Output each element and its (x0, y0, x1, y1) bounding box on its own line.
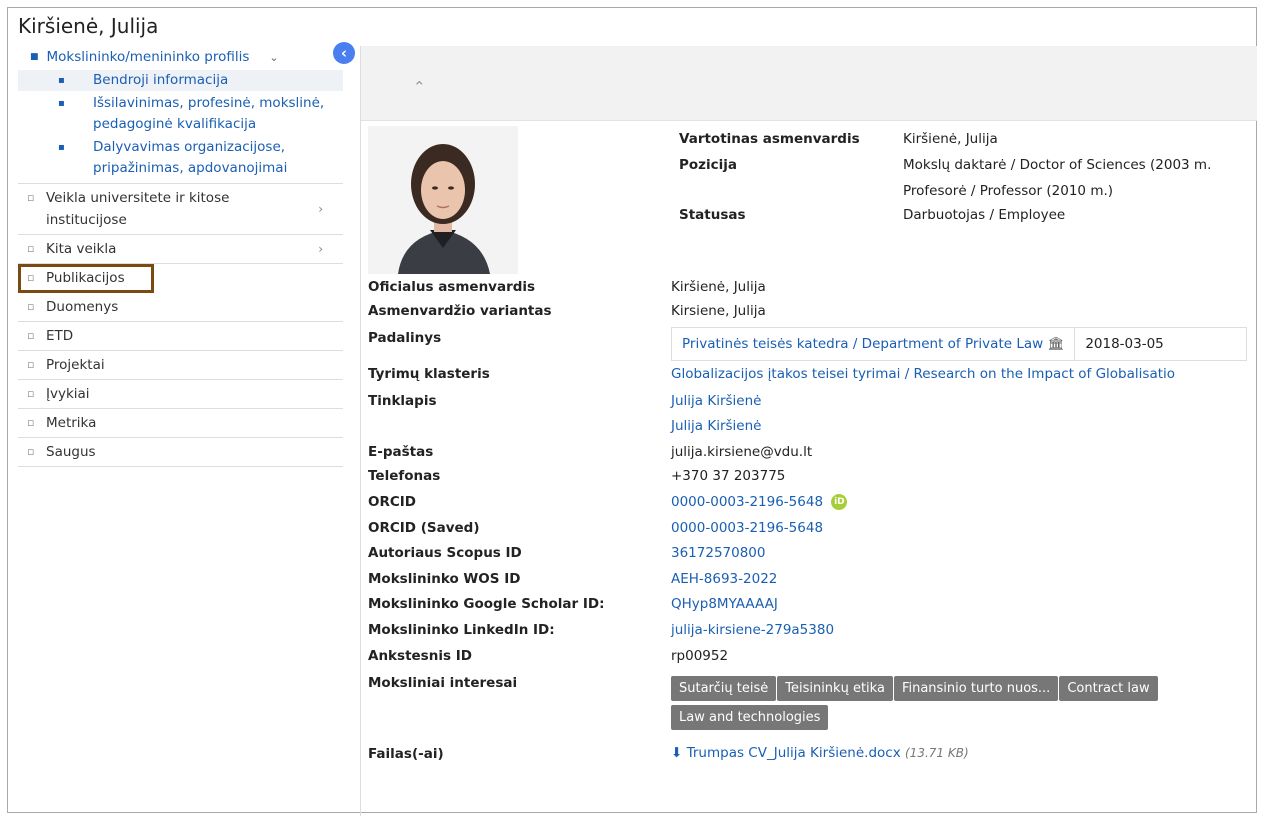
sidebar-item-data[interactable]: Duomenys (18, 293, 343, 322)
sidebar-item-activity[interactable]: Veikla universitete ir kitose institucij… (18, 184, 343, 235)
file-row: ⬇ Trumpas CV_Julija Kiršienė.docx (13.71… (671, 745, 969, 761)
orcid-row: 0000-0003-2196-5648 iD (671, 494, 848, 510)
sidebar-item-label: Metrika (46, 415, 97, 431)
sidebar-item-label: Publikacijos (46, 270, 125, 286)
department-box: Privatinės teisės katedra / Department o… (671, 327, 1247, 361)
field-label: Oficialus asmenvardis (368, 279, 536, 295)
field-value: Kiršienė, Julija (671, 279, 766, 295)
field-label: Mokslininko LinkedIn ID: (368, 622, 555, 638)
sidebar-item-events[interactable]: Įvykiai (18, 380, 343, 409)
chevron-up-icon[interactable]: ⌃ (413, 78, 426, 96)
department-name: Privatinės teisės katedra / Department o… (682, 336, 1044, 352)
interests-tags: Sutarčių teisė Teisininkų etika Finansinio… (671, 676, 1261, 734)
field-label: Statusas (679, 207, 746, 223)
field-label: Tinklapis (368, 393, 437, 409)
field-label: ORCID (Saved) (368, 520, 480, 536)
sidebar: ■ Mokslininko/menininko profilis ⌄ Bendr… (18, 44, 343, 467)
scopus-link[interactable]: 36172570800 (671, 545, 765, 561)
sidebar-item-other-activity[interactable]: Kita veikla › (18, 235, 343, 264)
field-value: Kirsiene, Julija (671, 303, 766, 319)
sidebar-item-safe[interactable]: Saugus (18, 438, 343, 467)
sidebar-item-etd[interactable]: ETD (18, 322, 343, 351)
field-label: Tyrimų klasteris (368, 366, 490, 382)
orcid-link[interactable]: 0000-0003-2196-5648 (671, 494, 823, 510)
divider (360, 46, 361, 816)
chevron-down-icon[interactable]: ⌄ (269, 51, 278, 64)
submenu-item-education[interactable]: Išsilavinimas, profesinė, mokslinė, peda… (18, 93, 343, 135)
scholar-link[interactable]: QHyp8MYAAAAJ (671, 596, 778, 612)
field-label: Mokslininko WOS ID (368, 571, 521, 587)
field-label: Ankstesnis ID (368, 648, 472, 664)
chevron-right-icon: › (318, 202, 323, 216)
orcid-saved-link[interactable]: 0000-0003-2196-5648 (671, 520, 823, 536)
interest-tag[interactable]: Finansinio turto nuos... (893, 676, 1059, 701)
sidebar-item-label: Saugus (46, 444, 96, 460)
file-size: (13.71 KB) (905, 746, 969, 760)
orcid-icon[interactable]: iD (831, 494, 848, 510)
field-label: Asmenvardžio variantas (368, 303, 552, 319)
prev-id-value: rp00952 (671, 648, 729, 664)
page-title: Kiršienė, Julija (18, 14, 159, 38)
department-date: 2018-03-05 (1085, 336, 1164, 352)
field-label: Autoriaus Scopus ID (368, 545, 522, 561)
field-value: Kiršienė, Julija (903, 131, 998, 147)
sidebar-item-label: Įvykiai (46, 386, 90, 402)
sidebar-item-metrics[interactable]: Metrika (18, 409, 343, 438)
wos-link[interactable]: AEH-8693-2022 (671, 571, 777, 587)
field-label: Padalinys (368, 330, 442, 346)
interest-tag[interactable]: Sutarčių teisė (671, 676, 777, 701)
collapse-sidebar-button[interactable]: ‹ (333, 42, 355, 64)
field-value: Profesorė / Professor (2010 m.) (903, 183, 1114, 199)
sidebar-item-projects[interactable]: Projektai (18, 351, 343, 380)
sidebar-item-label: ETD (46, 328, 74, 344)
file-link[interactable]: Trumpas CV_Julija Kiršienė.docx (687, 745, 901, 761)
download-icon: ⬇ (671, 745, 683, 761)
interest-tag[interactable]: Contract law (1059, 676, 1158, 701)
sidebar-item-label: Veikla universitete ir kitose institucij… (46, 190, 230, 228)
interest-tag[interactable]: Teisininkų etika (777, 676, 893, 701)
top-toolbar: ⌃ (361, 46, 1257, 121)
institution-icon: 🏛 (1047, 336, 1065, 352)
field-label: Mokslininko Google Scholar ID: (368, 596, 605, 612)
field-label: E-paštas (368, 444, 434, 460)
field-label: Vartotinas asmenvardis (679, 131, 860, 147)
field-label: ORCID (368, 494, 417, 510)
linkedin-link[interactable]: julija-kirsiene-279a5380 (671, 622, 834, 638)
field-label: Telefonas (368, 468, 441, 484)
bullet-icon: ■ (30, 52, 39, 62)
field-label: Failas(-ai) (368, 746, 444, 762)
website-link[interactable]: Julija Kiršienė (671, 418, 761, 434)
website-link[interactable]: Julija Kiršienė (671, 393, 761, 409)
interest-tag[interactable]: Law and technologies (671, 705, 829, 730)
department-link[interactable]: Privatinės teisės katedra / Department o… (672, 328, 1076, 360)
email-value: julija.kirsiene@vdu.lt (671, 444, 813, 460)
field-value: Mokslų daktarė / Doctor of Sciences (200… (903, 157, 1212, 173)
profile-submenu: Bendroji informacija Išsilavinimas, prof… (18, 70, 343, 179)
sidebar-item-label: Kita veikla (46, 241, 117, 257)
field-value: Darbuotojas / Employee (903, 207, 1066, 223)
chevron-right-icon: › (318, 242, 323, 256)
sidebar-item-label: Projektai (46, 357, 105, 373)
field-label: Pozicija (679, 157, 738, 173)
phone-value: +370 37 203775 (671, 468, 786, 484)
field-label: Moksliniai interesai (368, 675, 518, 691)
submenu-item-organizations[interactable]: Dalyvavimas organizacijose, pripažinimas… (18, 137, 343, 179)
sidebar-item-profile[interactable]: ■ Mokslininko/menininko profilis ⌄ (18, 44, 343, 70)
sidebar-item-label: Duomenys (46, 299, 119, 315)
sidebar-item-publications[interactable]: Publikacijos (18, 264, 154, 293)
cluster-link[interactable]: Globalizacijos įtakos teisei tyrimai / R… (671, 366, 1175, 382)
profile-photo (368, 126, 518, 274)
submenu-item-general[interactable]: Bendroji informacija (18, 70, 343, 91)
sidebar-item-label: Mokslininko/menininko profilis (46, 49, 250, 65)
